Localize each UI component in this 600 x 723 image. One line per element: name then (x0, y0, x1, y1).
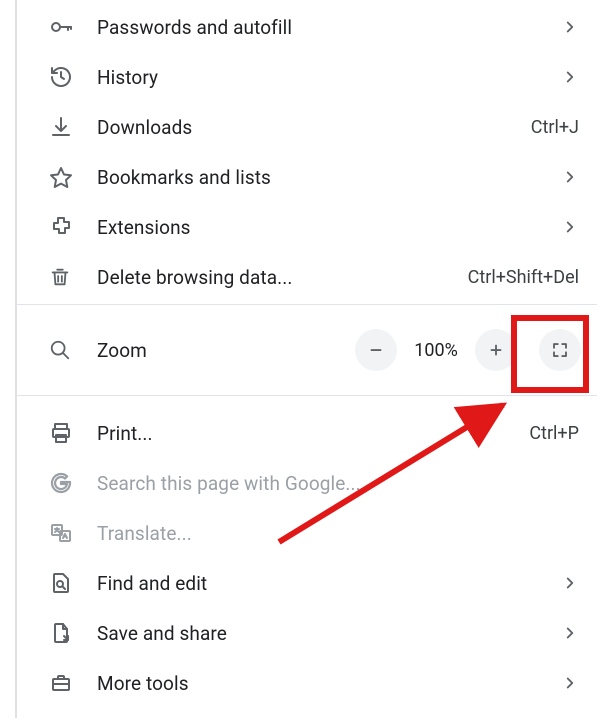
toolbox-icon (49, 671, 97, 695)
menu-label: Save and share (97, 622, 561, 645)
print-icon (49, 421, 97, 445)
menu-label: Delete browsing data... (97, 266, 468, 289)
translate-icon (49, 521, 97, 545)
chevron-right-icon (561, 674, 579, 692)
key-icon (49, 15, 97, 39)
chevron-right-icon (561, 574, 579, 592)
find-page-icon (49, 571, 97, 595)
separator (17, 304, 597, 305)
menu-label: Search this page with Google... (97, 472, 579, 495)
menu-item-search-google[interactable]: Search this page with Google... (17, 458, 597, 508)
chevron-right-icon (561, 218, 579, 236)
chevron-right-icon (561, 168, 579, 186)
zoom-icon (49, 339, 97, 361)
save-share-icon (49, 621, 97, 645)
chevron-right-icon (561, 68, 579, 86)
menu-label: Extensions (97, 216, 561, 239)
menu-label: Passwords and autofill (97, 16, 561, 39)
chevron-right-icon (561, 624, 579, 642)
menu-label: Downloads (97, 116, 531, 139)
star-icon (49, 165, 97, 189)
shortcut-label: Ctrl+Shift+Del (468, 267, 579, 288)
menu-item-translate[interactable]: Translate... (17, 508, 597, 558)
menu-item-delete-browsing-data[interactable]: Delete browsing data... Ctrl+Shift+Del (17, 252, 597, 302)
puzzle-icon (49, 215, 97, 239)
trash-icon (49, 266, 97, 288)
menu-item-bookmarks[interactable]: Bookmarks and lists (17, 152, 597, 202)
menu-item-downloads[interactable]: Downloads Ctrl+J (17, 102, 597, 152)
menu-item-extensions[interactable]: Extensions (17, 202, 597, 252)
menu-label: Find and edit (97, 572, 561, 595)
chevron-right-icon (561, 18, 579, 36)
shortcut-label: Ctrl+P (529, 423, 579, 444)
shortcut-label: Ctrl+J (531, 117, 579, 138)
download-icon (49, 115, 97, 139)
browser-menu: Passwords and autofill History Downloads… (15, 0, 597, 718)
menu-item-save-share[interactable]: Save and share (17, 608, 597, 658)
menu-item-find-edit[interactable]: Find and edit (17, 558, 597, 608)
separator (17, 395, 597, 396)
menu-item-history[interactable]: History (17, 52, 597, 102)
menu-item-more-tools[interactable]: More tools (17, 658, 597, 708)
menu-label: Bookmarks and lists (97, 166, 561, 189)
menu-label: More tools (97, 672, 561, 695)
menu-item-print[interactable]: Print... Ctrl+P (17, 408, 597, 458)
google-icon (49, 471, 97, 495)
menu-item-passwords[interactable]: Passwords and autofill (17, 2, 597, 52)
menu-label: History (97, 66, 561, 89)
zoom-out-button[interactable] (355, 329, 397, 371)
annotation-highlight-box (511, 315, 589, 393)
menu-label: Zoom (97, 339, 351, 362)
menu-label: Print... (97, 422, 529, 445)
menu-label: Translate... (97, 522, 579, 545)
zoom-value: 100% (401, 340, 471, 361)
history-icon (49, 65, 97, 89)
menu-item-zoom: Zoom 100% (17, 307, 597, 393)
